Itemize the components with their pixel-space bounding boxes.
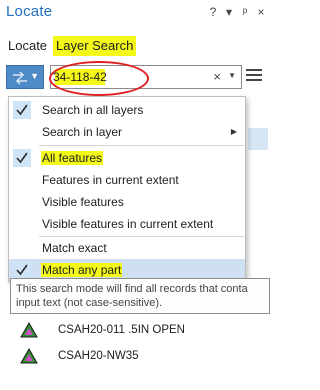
check-icon <box>13 101 31 119</box>
search-input[interactable] <box>53 67 203 87</box>
chevron-down-icon: ▼ <box>30 71 39 81</box>
menu-item-search-all-layers[interactable]: Search in all layers <box>9 99 245 121</box>
list-item[interactable]: CSAH20-NW35 <box>20 346 260 368</box>
menu-item-all-features[interactable]: All features <box>9 147 245 169</box>
menu-item-match-exact[interactable]: Match exact <box>9 237 245 259</box>
clear-icon[interactable]: × <box>213 69 221 84</box>
menu-item-label: Search in all layers <box>42 103 144 117</box>
options-dropdown-icon[interactable]: ▾ <box>222 4 236 20</box>
pin-icon[interactable]: ᵖ <box>238 4 252 20</box>
search-mode-menu: Search in all layers Search in layer ▶ A… <box>8 96 246 282</box>
menu-item-label: Match any part <box>41 263 123 277</box>
submenu-arrow-icon: ▶ <box>230 127 237 136</box>
result-label: CSAH20-011 .5IN OPEN <box>58 324 185 336</box>
check-icon <box>13 149 31 167</box>
help-icon[interactable]: ? <box>206 4 220 20</box>
tooltip-line-1: This search mode will find all records t… <box>16 283 248 295</box>
check-icon <box>13 261 31 279</box>
tooltip: This search mode will find all records t… <box>10 278 270 314</box>
menu-item-label: Visible features in current extent <box>42 217 214 231</box>
tab-locate[interactable]: Locate <box>8 36 47 56</box>
menu-item-search-in-layer[interactable]: Search in layer ▶ <box>9 121 245 143</box>
tab-layer-search[interactable]: Layer Search <box>53 36 137 56</box>
close-icon[interactable]: × <box>254 4 268 20</box>
tab-bar: Locate Layer Search <box>0 36 268 58</box>
menu-item-visible-features-current-extent[interactable]: Visible features in current extent <box>9 213 245 235</box>
search-mode-button[interactable]: ▼ <box>6 65 44 89</box>
list-item[interactable]: CSAH20-011 .5IN OPEN <box>20 320 260 342</box>
hamburger-menu-icon[interactable] <box>246 69 262 83</box>
menu-separator <box>39 145 245 146</box>
triangle-feature-icon <box>20 322 38 338</box>
menu-item-visible-features[interactable]: Visible features <box>9 191 245 213</box>
menu-item-label: Search in layer <box>42 125 123 139</box>
tooltip-line-2: input text (not case-sensitive). <box>16 297 163 309</box>
pane-title-bar: Locate ? ▾ ᵖ × <box>0 0 268 24</box>
menu-item-label: Match exact <box>42 241 107 255</box>
search-mode-icon <box>13 71 27 85</box>
pane-title: Locate <box>6 3 53 20</box>
menu-item-label: All features <box>41 151 104 165</box>
search-field[interactable]: × ▼ <box>50 65 242 89</box>
result-label: CSAH20-NW35 <box>58 350 139 362</box>
menu-item-label: Visible features <box>42 195 124 209</box>
background-selected-row <box>248 128 268 150</box>
triangle-feature-icon <box>20 348 38 364</box>
menu-item-features-current-extent[interactable]: Features in current extent <box>9 169 245 191</box>
menu-item-label: Features in current extent <box>42 173 179 187</box>
history-dropdown-icon[interactable]: ▼ <box>228 71 236 80</box>
search-bar: ▼ × ▼ <box>6 61 268 96</box>
